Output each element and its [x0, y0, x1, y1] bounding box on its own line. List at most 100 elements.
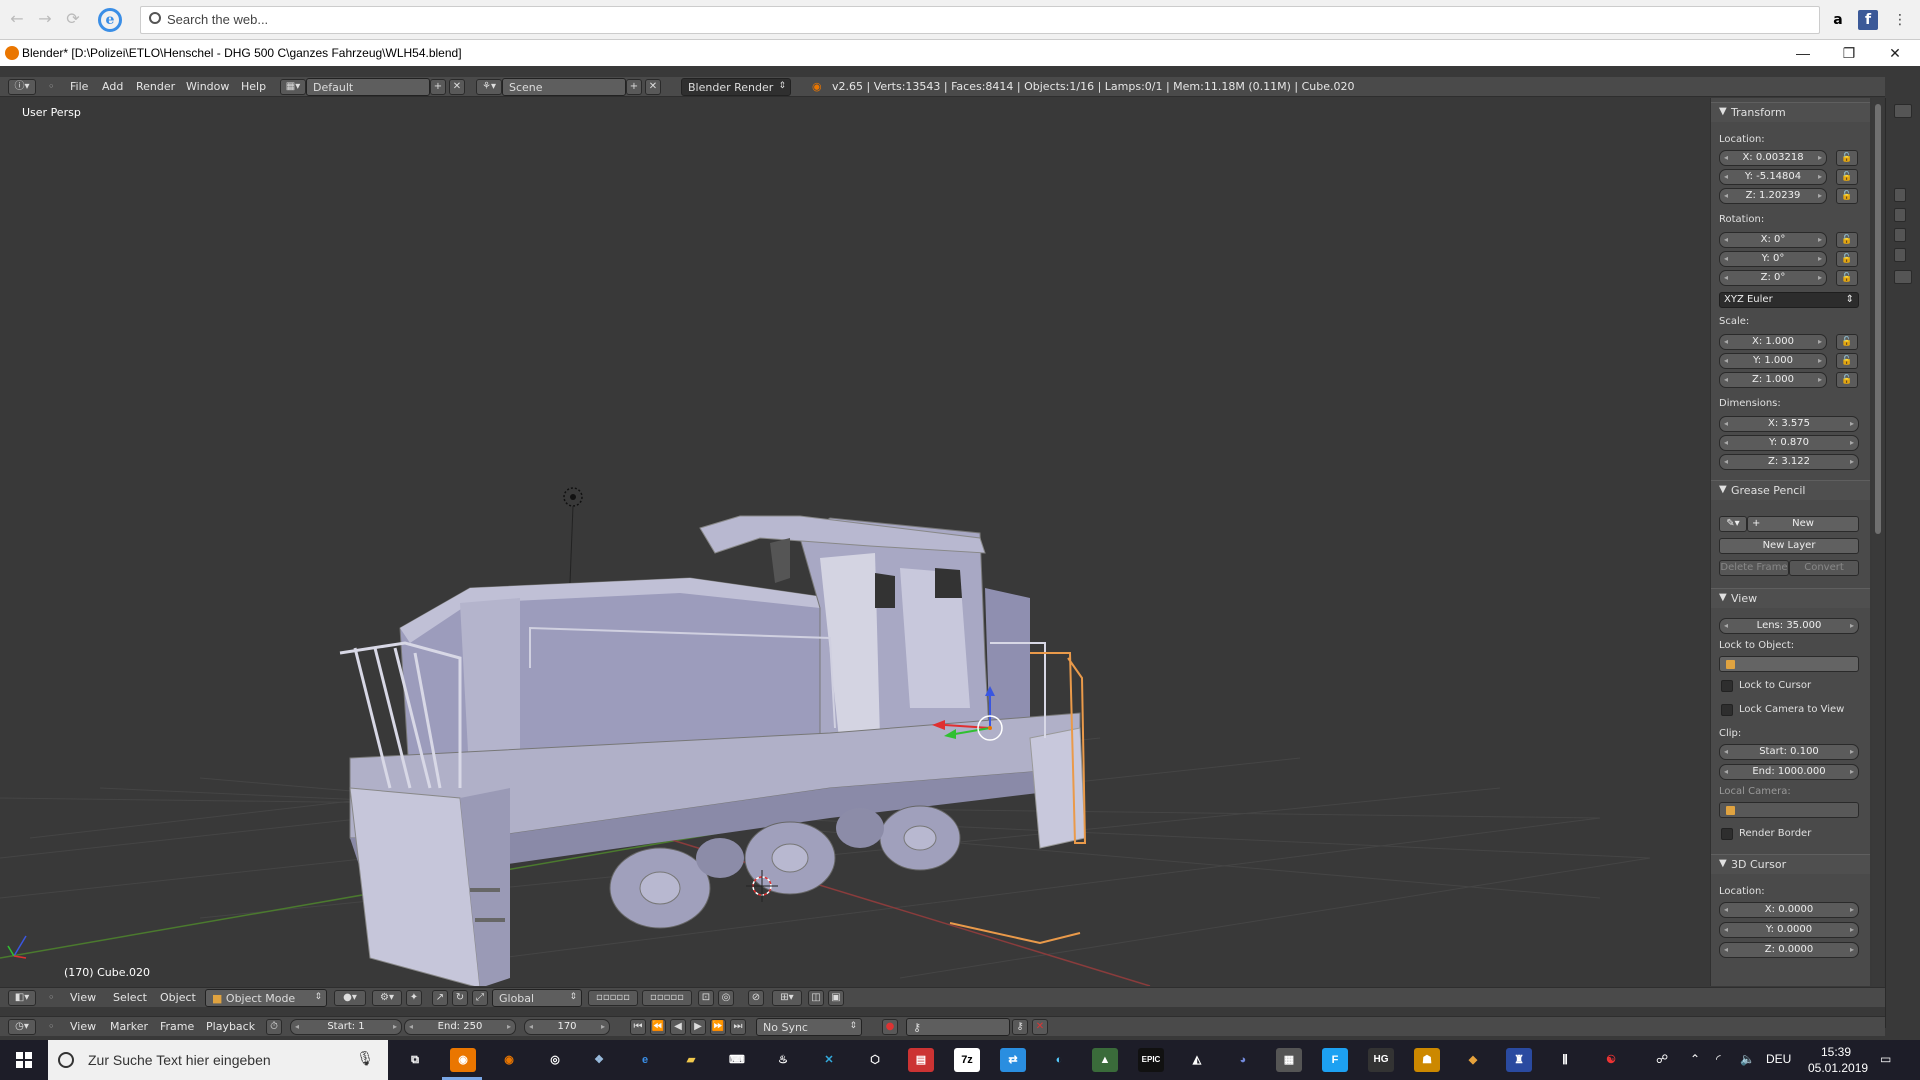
people-icon[interactable]: ☍: [1656, 1052, 1668, 1066]
cursor-x-field[interactable]: ◂ X: 0.0000 ▸: [1719, 902, 1859, 918]
preview-range-icon[interactable]: ⏱: [266, 1019, 282, 1035]
menu-render[interactable]: Render: [136, 80, 175, 93]
locomotive-mesh[interactable]: [339, 515, 1087, 986]
lock-icon[interactable]: 🔓: [1836, 270, 1858, 286]
screen-layout-field[interactable]: Default: [306, 78, 430, 96]
orientation-dropdown[interactable]: Global ⇕: [492, 989, 582, 1007]
discord-icon[interactable]: ◕: [1230, 1048, 1256, 1072]
scene-remove-icon[interactable]: ✕: [645, 79, 661, 95]
lock-object-field[interactable]: [1719, 656, 1859, 672]
scene-field[interactable]: Scene: [502, 78, 626, 96]
lock-to-cursor-checkbox[interactable]: [1721, 680, 1733, 692]
scale-z-field[interactable]: ◂ Z: 1.000 ▸: [1719, 372, 1827, 388]
clip-start-field[interactable]: ◂ Start: 0.100 ▸: [1719, 744, 1859, 760]
3d-cursor-panel-header[interactable]: ▼ 3D Cursor: [1711, 854, 1870, 874]
steam-icon[interactable]: ♨: [770, 1048, 796, 1072]
back-icon[interactable]: ←: [8, 10, 26, 28]
proportional-edit-icon[interactable]: ◎: [718, 990, 734, 1006]
jump-start-icon[interactable]: ⏮: [630, 1019, 646, 1035]
rotation-mode-dropdown[interactable]: XYZ Euler ⇕: [1719, 292, 1859, 308]
mode-dropdown[interactable]: ■ Object Mode ⇕: [205, 989, 327, 1007]
blue-app-icon[interactable]: ♜: [1506, 1048, 1532, 1072]
collapse-menu-icon[interactable]: ◦: [48, 1020, 55, 1033]
x-app-icon[interactable]: ✕: [816, 1048, 842, 1072]
menu-window[interactable]: Window: [186, 80, 229, 93]
editor-type-icon[interactable]: ◷▾: [8, 1019, 36, 1035]
lock-layers-icon[interactable]: ⊡: [698, 990, 714, 1006]
cursor-z-field[interactable]: ◂ Z: 0.0000 ▸: [1719, 942, 1859, 958]
lock-icon[interactable]: 🔓: [1836, 150, 1858, 166]
render-border-checkbox[interactable]: [1721, 828, 1733, 840]
web-search-input[interactable]: Search the web...: [140, 6, 1820, 34]
3d-viewport[interactable]: User Persp (170) Cube.020: [0, 98, 1710, 986]
scale-x-field[interactable]: ◂ X: 1.000 ▸: [1719, 334, 1827, 350]
editor-type-icon[interactable]: ⓘ▾: [8, 79, 36, 95]
new-layer-button[interactable]: New Layer: [1719, 538, 1859, 554]
jump-end-icon[interactable]: ⏭: [730, 1019, 746, 1035]
bird-app-icon[interactable]: ❖: [586, 1048, 612, 1072]
restrict-render-icon[interactable]: [1894, 228, 1906, 242]
dimension-z-field[interactable]: ◂ Z: 3.122 ▸: [1719, 454, 1859, 470]
lock-icon[interactable]: 🔓: [1836, 232, 1858, 248]
minimize-button[interactable]: —: [1788, 43, 1818, 63]
notifications-icon[interactable]: ▭: [1880, 1052, 1891, 1066]
scrollbar-thumb[interactable]: [1875, 104, 1881, 534]
lens-field[interactable]: ◂ Lens: 35.000 ▸: [1719, 618, 1859, 634]
more-menu-icon[interactable]: ⋮: [1890, 10, 1910, 30]
unity-icon[interactable]: ⬡: [862, 1048, 888, 1072]
screen-remove-icon[interactable]: ✕: [449, 79, 465, 95]
lock-icon[interactable]: 🔓: [1836, 353, 1858, 369]
keying-set-field[interactable]: ⚷: [906, 1018, 1010, 1036]
rotation-x-field[interactable]: ◂ X: 0° ▸: [1719, 232, 1827, 248]
grease-pencil-new-button[interactable]: + New: [1747, 516, 1859, 532]
maximize-button[interactable]: ❐: [1834, 43, 1864, 63]
language-indicator[interactable]: DEU: [1766, 1052, 1791, 1066]
f-app-icon[interactable]: F: [1322, 1048, 1348, 1072]
scale-y-field[interactable]: ◂ Y: 1.000 ▸: [1719, 353, 1827, 369]
grease-pencil-panel-header[interactable]: ▼ Grease Pencil: [1711, 480, 1870, 500]
scale-icon[interactable]: ⤢: [472, 990, 488, 1006]
current-frame-field[interactable]: ◂ 170 ▸: [524, 1019, 610, 1035]
forward-icon[interactable]: →: [36, 10, 54, 28]
scene-add-icon[interactable]: +: [626, 79, 642, 95]
menu-object[interactable]: Object: [160, 991, 196, 1004]
snap-icon[interactable]: ⊘: [748, 990, 764, 1006]
collapse-menu-icon[interactable]: ◦: [48, 991, 55, 1004]
game-app-icon[interactable]: ▲: [1092, 1048, 1118, 1072]
render-still-icon[interactable]: ◫: [808, 990, 824, 1006]
microphone-icon[interactable]: 🎙: [356, 1050, 374, 1067]
photo-app-icon[interactable]: ▦: [1276, 1048, 1302, 1072]
play-reverse-icon[interactable]: ◀: [670, 1019, 686, 1035]
teamviewer-icon[interactable]: ⇄: [1000, 1048, 1026, 1072]
close-button[interactable]: ✕: [1880, 43, 1910, 63]
delete-keyframe-icon[interactable]: ✕: [1032, 1019, 1048, 1035]
local-camera-field[interactable]: [1719, 802, 1859, 818]
document-app-icon[interactable]: ▤: [908, 1048, 934, 1072]
rotation-z-field[interactable]: ◂ Z: 0° ▸: [1719, 270, 1827, 286]
volume-icon[interactable]: 🔈: [1740, 1052, 1755, 1066]
collapse-menu-icon[interactable]: ◦: [48, 80, 55, 93]
lock-icon[interactable]: 🔓: [1836, 169, 1858, 185]
box-app-icon[interactable]: ◆: [1460, 1048, 1486, 1072]
screen-add-icon[interactable]: +: [430, 79, 446, 95]
epic-games-icon[interactable]: EPIC: [1138, 1048, 1164, 1072]
edge-icon[interactable]: e: [632, 1048, 658, 1072]
game2-app-icon[interactable]: ☗: [1414, 1048, 1440, 1072]
lock-camera-to-view-checkbox[interactable]: [1721, 704, 1733, 716]
facebook-icon[interactable]: f: [1858, 10, 1878, 30]
location-x-field[interactable]: ◂ X: 0.003218 ▸: [1719, 150, 1827, 166]
scene-icon[interactable]: ⚘▾: [476, 79, 502, 95]
lock-icon[interactable]: 🔓: [1836, 251, 1858, 267]
jump-keyframe-forward-icon[interactable]: ⏩: [710, 1019, 726, 1035]
location-z-field[interactable]: ◂ Z: 1.20239 ▸: [1719, 188, 1827, 204]
menu-add[interactable]: Add: [102, 80, 123, 93]
ie-logo-icon[interactable]: e: [98, 8, 122, 32]
refresh-icon[interactable]: ⟳: [64, 10, 82, 28]
menu-view[interactable]: View: [70, 991, 96, 1004]
taskbar-clock[interactable]: 15:39 05.01.2019: [1808, 1044, 1868, 1076]
dimension-x-field[interactable]: ◂ X: 3.575 ▸: [1719, 416, 1859, 432]
render-engine-dropdown[interactable]: Blender Render ⇕: [681, 78, 791, 96]
location-y-field[interactable]: ◂ Y: -5.14804 ▸: [1719, 169, 1827, 185]
restrict-view-icon[interactable]: [1894, 188, 1906, 202]
menu-view[interactable]: View: [70, 1020, 96, 1033]
